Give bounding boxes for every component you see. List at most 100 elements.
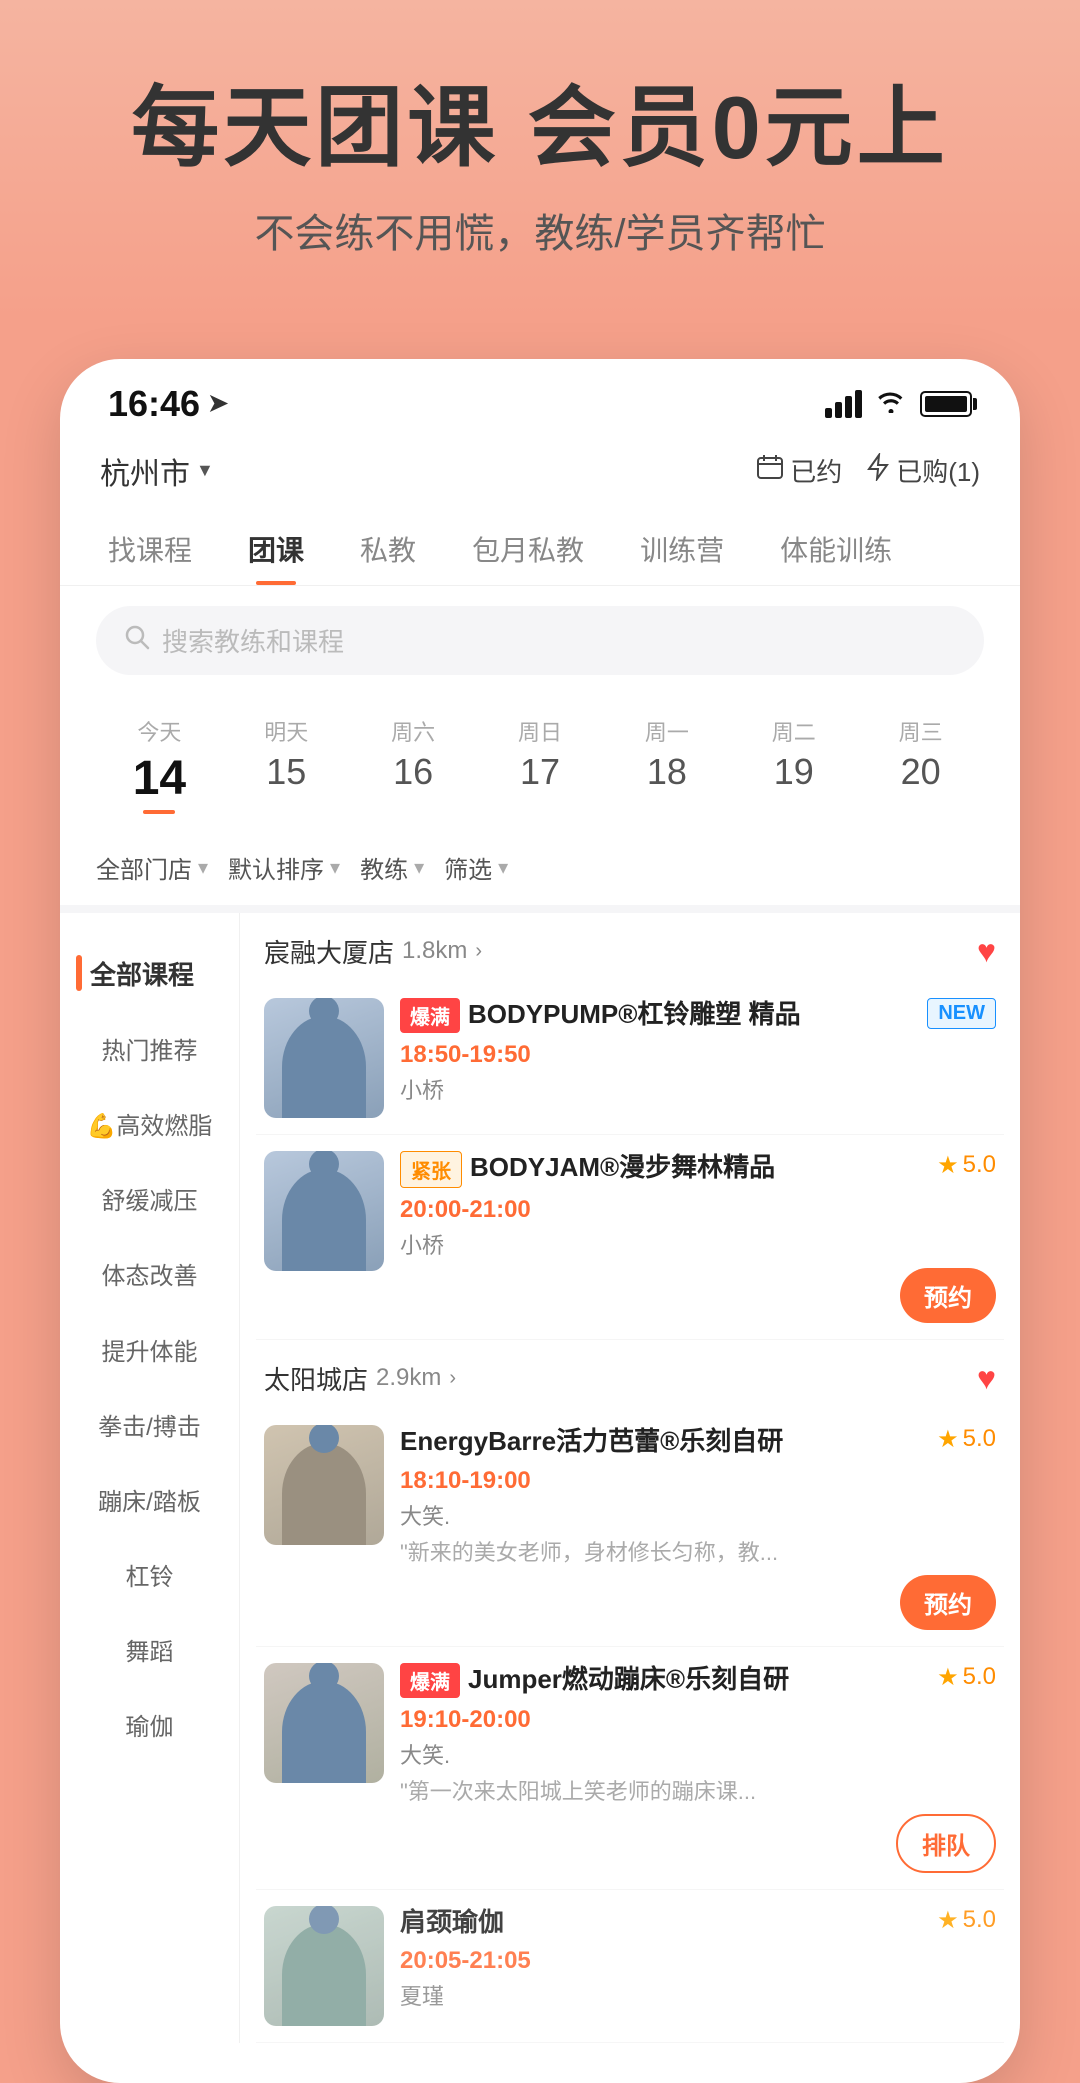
sidebar-item-yoga[interactable]: 瑜伽 [60,1690,239,1765]
course-card-4: 爆满 Jumper燃动蹦床®乐刻自研 ★ 5.0 19:10-20:00 大笑.… [256,1647,1004,1890]
rating-3: ★ 5.0 [937,1425,996,1454]
favorite-icon-1[interactable]: ♥ [977,933,996,970]
search-icon [124,624,150,657]
filter-screen[interactable]: 筛选 ▾ [444,850,508,885]
chevron-right-icon: › [475,940,482,963]
filter-trainer[interactable]: 教练 ▾ [360,850,424,885]
course-title-row-5: 肩颈瑜伽 ★ 5.0 [400,1906,996,1940]
location-icon: ➤ [208,389,228,418]
sidebar-item-relax[interactable]: 舒缓减压 [60,1164,239,1239]
course-card-5: 肩颈瑜伽 ★ 5.0 20:05-21:05 夏瑾 [256,1890,1004,2043]
tab-find-course[interactable]: 找课程 [80,513,220,585]
date-mon[interactable]: 周一 18 [603,707,730,822]
course-thumb-5 [264,1906,384,2026]
date-today[interactable]: 今天 14 [96,707,223,822]
tab-fitness-training[interactable]: 体能训练 [752,513,920,585]
course-info-4: 爆满 Jumper燃动蹦床®乐刻自研 ★ 5.0 19:10-20:00 大笑.… [400,1663,996,1873]
tab-group-class[interactable]: 团课 [220,513,332,585]
reserve-button-2[interactable]: 预约 [900,1268,996,1323]
course-name-4: Jumper燃动蹦床®乐刻自研 [468,1663,789,1697]
course-name-wrap-5: 肩颈瑜伽 [400,1906,929,1940]
hero-title: 每天团课 会员0元上 [60,80,1020,177]
course-name-wrap-4: 爆满 Jumper燃动蹦床®乐刻自研 [400,1663,929,1698]
course-trainer-1: 小桥 [400,1073,996,1105]
hero-section: 每天团课 会员0元上 不会练不用慌，教练/学员齐帮忙 [0,0,1080,319]
sidebar-item-fat-burn[interactable]: 💪高效燃脂 [60,1089,239,1164]
rating-5: ★ 5.0 [937,1906,996,1935]
chevron-right-icon-2: › [449,1367,456,1390]
rating-4: ★ 5.0 [937,1663,996,1692]
instructor-silhouette [282,1016,366,1118]
course-name-5: 肩颈瑜伽 [400,1906,504,1940]
course-card-actions-4: 排队 [400,1814,996,1873]
sidebar-item-boxing[interactable]: 拳击/搏击 [60,1390,239,1465]
course-time-3: 18:10-19:00 [400,1467,996,1495]
course-card-2: 紧张 BODYJAM®漫步舞林精品 ★ 5.0 20:00-21:00 小桥 预… [256,1135,1004,1340]
sidebar-item-barbell[interactable]: 杠铃 [60,1540,239,1615]
booked-button[interactable]: 已约 [756,452,842,489]
queue-button-4[interactable]: 排队 [896,1814,996,1873]
calendar-icon [756,453,784,488]
course-name-1: BODYPUMP®杠铃雕塑 精品 [468,998,801,1032]
phone-mockup: 16:46 ➤ 杭州市 ▼ [60,359,1020,2083]
date-tomorrow[interactable]: 明天 15 [223,707,350,822]
flash-icon [866,453,890,488]
course-thumb-4 [264,1663,384,1783]
course-name-wrap-3: EnergyBarre活力芭蕾®乐刻自研 [400,1425,929,1459]
purchased-button[interactable]: 已购(1) [866,452,980,489]
course-name-wrap-2: 紧张 BODYJAM®漫步舞林精品 [400,1151,929,1188]
course-info-3: EnergyBarre活力芭蕾®乐刻自研 ★ 5.0 18:10-19:00 大… [400,1425,996,1630]
course-time-2: 20:00-21:00 [400,1196,996,1224]
star-icon-4: ★ [937,1663,959,1692]
search-placeholder: 搜索教练和课程 [162,622,344,659]
sidebar-item-fitness[interactable]: 提升体能 [60,1315,239,1390]
course-name-3: EnergyBarre活力芭蕾®乐刻自研 [400,1425,783,1459]
course-trainer-2: 小桥 [400,1228,996,1260]
tab-monthly-pt[interactable]: 包月私教 [444,513,612,585]
reserve-button-3[interactable]: 预约 [900,1575,996,1630]
category-sidebar: 全部课程 热门推荐 💪高效燃脂 舒缓减压 体态改善 提升体能 拳击/搏击 蹦床/… [60,913,240,2043]
favorite-icon-2[interactable]: ♥ [977,1360,996,1397]
chevron-down-icon: ▾ [198,855,208,880]
full-tag-4: 爆满 [400,1663,460,1698]
city-name: 杭州市 [100,449,190,493]
tab-personal-training[interactable]: 私教 [332,513,444,585]
course-list: 宸融大厦店 1.8km › ♥ [240,913,1020,2043]
store-header-1: 宸融大厦店 1.8km › ♥ [256,913,1004,982]
tab-training-camp[interactable]: 训练营 [612,513,752,585]
chevron-down-icon: ▾ [498,855,508,880]
phone-wrapper: 16:46 ➤ 杭州市 ▼ [0,319,1080,2083]
course-card-actions-3: 预约 [400,1575,996,1630]
store-header-2: 太阳城店 2.9km › ♥ [256,1340,1004,1409]
course-name-2: BODYJAM®漫步舞林精品 [470,1151,775,1185]
filter-sort[interactable]: 默认排序 ▾ [228,850,340,885]
course-time-5: 20:05-21:05 [400,1947,996,1975]
course-card-3: EnergyBarre活力芭蕾®乐刻自研 ★ 5.0 18:10-19:00 大… [256,1409,1004,1647]
course-title-row-4: 爆满 Jumper燃动蹦床®乐刻自研 ★ 5.0 [400,1663,996,1698]
store-name-2[interactable]: 太阳城店 2.9km › [264,1360,456,1397]
sidebar-item-all[interactable]: 全部课程 [60,933,239,1014]
course-info-1: 爆满 BODYPUMP®杠铃雕塑 精品 NEW 18:50-19:50 小桥 [400,998,996,1105]
top-actions: 已约 已购(1) [756,452,980,489]
date-sat[interactable]: 周六 16 [350,707,477,822]
store-name-1[interactable]: 宸融大厦店 1.8km › [264,933,482,970]
sidebar-item-trampoline[interactable]: 蹦床/踏板 [60,1465,239,1540]
instructor-placeholder-4 [264,1663,384,1783]
instructor-placeholder-2 [264,1151,384,1271]
star-icon-5: ★ [937,1906,959,1935]
status-icons [825,388,972,420]
sidebar-item-dance[interactable]: 舞蹈 [60,1615,239,1690]
sidebar-item-popular[interactable]: 热门推荐 [60,1014,239,1089]
filter-store[interactable]: 全部门店 ▾ [96,850,208,885]
date-sun[interactable]: 周日 17 [477,707,604,822]
sidebar-item-posture[interactable]: 体态改善 [60,1239,239,1314]
filter-bar: 全部门店 ▾ 默认排序 ▾ 教练 ▾ 筛选 ▾ [60,842,1020,913]
date-tue[interactable]: 周二 19 [730,707,857,822]
chevron-down-icon: ▾ [414,855,424,880]
date-wed[interactable]: 周三 20 [857,707,984,822]
course-info-5: 肩颈瑜伽 ★ 5.0 20:05-21:05 夏瑾 [400,1906,996,2012]
instructor-placeholder-5 [264,1906,384,2026]
search-bar[interactable]: 搜索教练和课程 [96,606,984,675]
city-selector[interactable]: 杭州市 ▼ [100,449,214,493]
instructor-silhouette-4 [282,1681,366,1783]
